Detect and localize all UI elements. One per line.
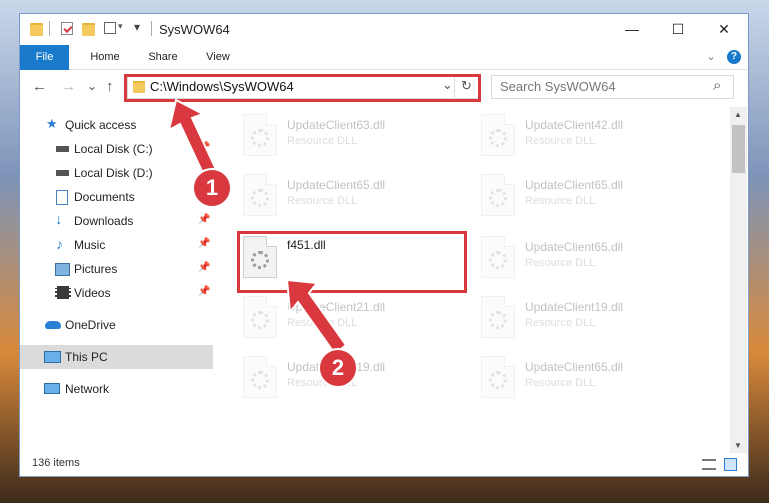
arrow-to-file — [285, 278, 348, 356]
annotation-arrows — [167, 98, 348, 356]
step-badge-2: 2 — [318, 348, 358, 388]
step-badge-1: 1 — [192, 168, 232, 208]
